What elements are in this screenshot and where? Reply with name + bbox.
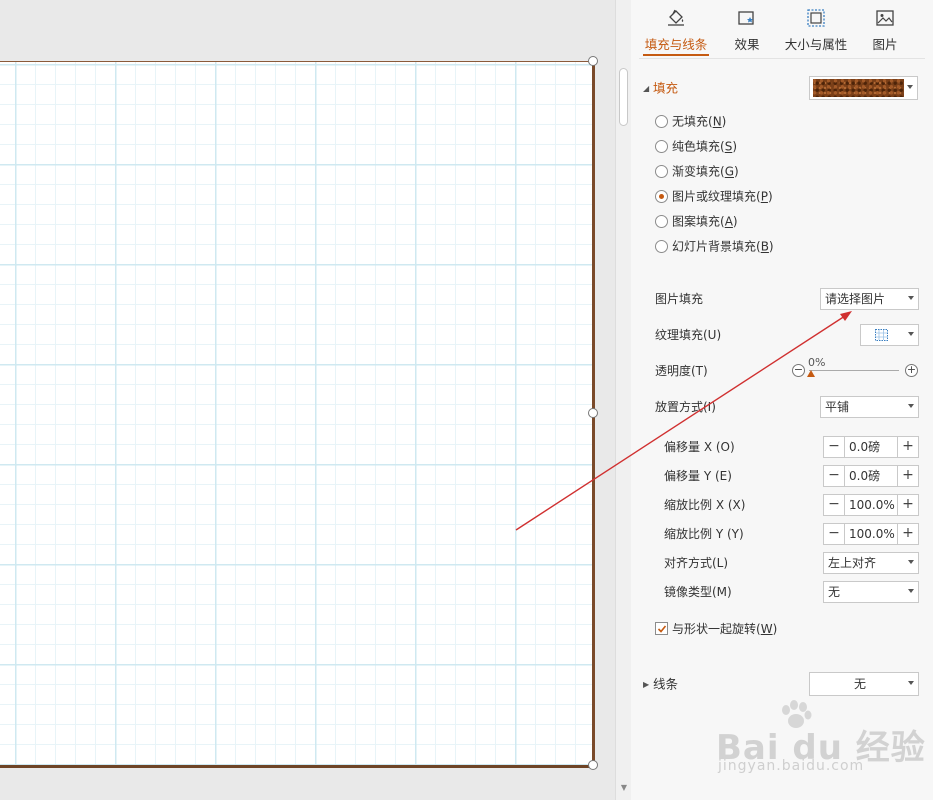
transparency-decrease-button[interactable]: − bbox=[792, 364, 805, 377]
radio-button[interactable] bbox=[655, 215, 668, 228]
texture-swatch bbox=[813, 79, 904, 97]
size-properties-icon bbox=[807, 9, 825, 27]
tabs-divider bbox=[639, 58, 925, 59]
scale-y-increase-button[interactable]: + bbox=[897, 523, 919, 545]
scale-x-spinner: − 100.0% + bbox=[823, 494, 919, 516]
offset-y-label: 偏移量 Y (E) bbox=[664, 469, 732, 483]
radio-picture-or-texture-fill[interactable]: 图片或纹理填充(P) bbox=[655, 187, 773, 205]
tab-fill-and-line[interactable]: 填充与线条 bbox=[643, 8, 709, 58]
scroll-down-arrow-icon[interactable]: ▼ bbox=[618, 782, 630, 794]
transparency-label: 透明度(T) bbox=[655, 364, 708, 378]
pane-tabs: 填充与线条 效果 大小与属性 图片 bbox=[631, 0, 933, 58]
slide-canvas-area[interactable] bbox=[0, 0, 615, 800]
offset-x-label: 偏移量 X (O) bbox=[664, 440, 735, 454]
tab-label: 大小与属性 bbox=[784, 37, 848, 52]
transparency-increase-button[interactable]: + bbox=[905, 364, 918, 377]
tab-picture[interactable]: 图片 bbox=[867, 8, 903, 58]
resize-handle-bottom-right[interactable] bbox=[588, 760, 598, 770]
tab-size-and-properties[interactable]: 大小与属性 bbox=[783, 8, 849, 58]
offset-x-input[interactable]: 0.0磅 bbox=[845, 436, 897, 458]
chevron-down-icon bbox=[908, 560, 914, 564]
tab-label: 填充与线条 bbox=[644, 37, 708, 52]
picture-fill-dropdown[interactable]: 请选择图片 bbox=[820, 288, 919, 310]
scale-y-input[interactable]: 100.0% bbox=[845, 523, 897, 545]
rotate-with-shape-label[interactable]: 与形状一起旋转(W) bbox=[672, 620, 777, 638]
offset-x-increase-button[interactable]: + bbox=[897, 436, 919, 458]
fill-section-header[interactable]: ◢ 填充 bbox=[643, 79, 678, 97]
tab-label: 效果 bbox=[734, 37, 760, 52]
radio-slide-background-fill[interactable]: 幻灯片背景填充(B) bbox=[655, 237, 774, 255]
checkmark-icon bbox=[657, 625, 667, 633]
radio-pattern-fill[interactable]: 图案填充(A) bbox=[655, 212, 738, 230]
collapsed-triangle-icon: ▶ bbox=[643, 679, 650, 689]
align-value: 左上对齐 bbox=[828, 556, 877, 570]
chevron-down-icon bbox=[907, 85, 913, 89]
scale-y-label: 缩放比例 Y (Y) bbox=[664, 527, 744, 541]
offset-y-input[interactable]: 0.0磅 bbox=[845, 465, 897, 487]
picture-fill-label: 图片填充 bbox=[655, 292, 704, 306]
picture-icon bbox=[876, 10, 894, 26]
radio-solid-fill[interactable]: 纯色填充(S) bbox=[655, 137, 737, 155]
fill-bucket-icon bbox=[668, 9, 684, 26]
offset-x-spinner: − 0.0磅 + bbox=[823, 436, 919, 458]
scrollbar-thumb[interactable] bbox=[619, 68, 628, 126]
rotate-with-shape-checkbox[interactable] bbox=[655, 622, 668, 635]
transparency-value: 0% bbox=[808, 356, 826, 369]
align-label: 对齐方式(L) bbox=[664, 556, 729, 570]
scale-y-spinner: − 100.0% + bbox=[823, 523, 919, 545]
align-dropdown[interactable]: 左上对齐 bbox=[823, 552, 919, 574]
picture-fill-value: 请选择图片 bbox=[825, 292, 886, 306]
tab-label: 图片 bbox=[872, 37, 898, 52]
pane-scrollbar[interactable]: ▼ bbox=[615, 0, 631, 800]
expanded-triangle-icon: ◢ bbox=[643, 83, 650, 93]
texture-fill-label: 纹理填充(U) bbox=[655, 328, 722, 342]
texture-fill-dropdown[interactable] bbox=[860, 324, 919, 346]
radio-button[interactable] bbox=[655, 115, 668, 128]
texture-grid-icon bbox=[875, 329, 888, 341]
chevron-down-icon bbox=[908, 589, 914, 593]
chevron-down-icon bbox=[908, 681, 914, 685]
chevron-down-icon bbox=[908, 296, 914, 300]
mirror-type-label: 镜像类型(M) bbox=[664, 585, 732, 599]
line-section-title: 线条 bbox=[653, 676, 679, 692]
chevron-down-icon bbox=[908, 404, 914, 408]
fill-color-dropdown[interactable] bbox=[809, 76, 918, 100]
scale-x-increase-button[interactable]: + bbox=[897, 494, 919, 516]
offset-y-spinner: − 0.0磅 + bbox=[823, 465, 919, 487]
scale-x-label: 缩放比例 X (X) bbox=[664, 498, 746, 512]
radio-button[interactable] bbox=[655, 240, 668, 253]
resize-handle-top-right[interactable] bbox=[588, 56, 598, 66]
offset-y-decrease-button[interactable]: − bbox=[823, 465, 845, 487]
effects-icon bbox=[738, 11, 754, 25]
scale-y-decrease-button[interactable]: − bbox=[823, 523, 845, 545]
radio-button[interactable] bbox=[655, 165, 668, 178]
grid-textured-slide-shape[interactable] bbox=[0, 61, 595, 768]
placement-label: 放置方式(I) bbox=[655, 400, 716, 414]
format-shape-pane: 填充与线条 效果 大小与属性 图片 ◢ 填充 无填充(N) 纯色填充(S) 渐变… bbox=[631, 0, 933, 800]
chevron-down-icon bbox=[908, 332, 914, 336]
mirror-type-value: 无 bbox=[828, 585, 841, 599]
placement-value: 平铺 bbox=[825, 400, 850, 414]
radio-button-selected[interactable] bbox=[655, 190, 668, 203]
radio-button[interactable] bbox=[655, 140, 668, 153]
mirror-type-dropdown[interactable]: 无 bbox=[823, 581, 919, 603]
transparency-slider-track[interactable] bbox=[809, 370, 899, 371]
radio-no-fill[interactable]: 无填充(N) bbox=[655, 112, 726, 130]
resize-handle-right-middle[interactable] bbox=[588, 408, 598, 418]
offset-y-increase-button[interactable]: + bbox=[897, 465, 919, 487]
line-style-dropdown[interactable]: 无 bbox=[809, 672, 919, 696]
line-section-header[interactable]: ▶ 线条 bbox=[643, 675, 678, 693]
offset-x-decrease-button[interactable]: − bbox=[823, 436, 845, 458]
fill-section-title: 填充 bbox=[653, 80, 679, 96]
scale-x-input[interactable]: 100.0% bbox=[845, 494, 897, 516]
scale-x-decrease-button[interactable]: − bbox=[823, 494, 845, 516]
tab-effects[interactable]: 效果 bbox=[727, 8, 767, 58]
transparency-slider-thumb[interactable] bbox=[807, 370, 815, 377]
line-style-value: 无 bbox=[853, 677, 866, 691]
radio-gradient-fill[interactable]: 渐变填充(G) bbox=[655, 162, 739, 180]
placement-dropdown[interactable]: 平铺 bbox=[820, 396, 919, 418]
